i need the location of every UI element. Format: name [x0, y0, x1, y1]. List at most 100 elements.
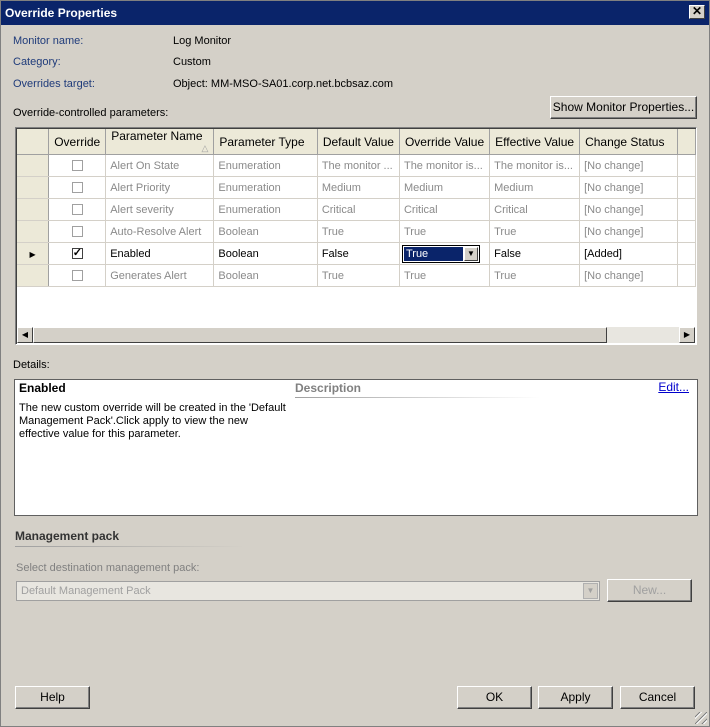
description-rule [295, 397, 540, 398]
scroll-thumb[interactable] [33, 327, 607, 343]
change-status-cell: [No change] [579, 154, 679, 177]
change-status-cell: [No change] [579, 264, 679, 287]
section-divider [15, 546, 245, 547]
details-panel: Enabled Description Edit... The new cust… [14, 379, 698, 516]
details-label: Details: [13, 359, 50, 371]
parameter-name-cell: Generates Alert [105, 264, 215, 287]
ok-button[interactable]: OK [457, 686, 532, 709]
effective-value-cell: Medium [489, 176, 581, 199]
table-row[interactable]: Alert severity Enumeration Critical Crit… [17, 198, 696, 221]
override-value-cell[interactable]: True [399, 220, 491, 243]
override-value-cell[interactable]: True ▼ [399, 242, 491, 265]
effective-value-cell: True [489, 220, 581, 243]
col-header-override[interactable]: Override [48, 129, 107, 155]
override-checkbox[interactable] [71, 160, 83, 172]
table-row[interactable]: Generates Alert Boolean True True True [… [17, 264, 696, 287]
override-value-cell[interactable]: True [399, 264, 491, 287]
window-title: Override Properties [5, 6, 118, 20]
monitor-name-label: Monitor name: [13, 35, 84, 47]
parameter-name-cell: Auto-Resolve Alert [105, 220, 215, 243]
change-status-cell: [Added] [579, 242, 679, 265]
col-header-change-status[interactable]: Change Status [579, 129, 679, 155]
override-value-cell[interactable]: Critical [399, 198, 491, 221]
parameter-type-cell: Boolean [213, 264, 318, 287]
apply-button[interactable]: Apply [538, 686, 613, 709]
description-header: Description [295, 381, 362, 395]
row-header-corner [17, 129, 50, 155]
sort-ascending-icon: △ [201, 143, 209, 153]
parameters-table: Override Parameter Name △ Parameter Type … [17, 129, 696, 287]
col-header-parameter-type[interactable]: Parameter Type [213, 129, 318, 155]
default-value-cell: Medium [317, 176, 400, 199]
override-value-selected: True [403, 246, 463, 261]
parameter-name-cell: Enabled [105, 242, 215, 265]
effective-value-cell: The monitor is... [489, 154, 581, 177]
show-monitor-properties-button[interactable]: Show Monitor Properties... [550, 96, 697, 119]
scroll-right-icon[interactable]: ▶ [679, 327, 695, 343]
override-checkbox[interactable] [71, 270, 83, 282]
details-text: The new custom override will be created … [19, 402, 286, 440]
row-header[interactable]: ▶ [17, 242, 50, 265]
col-header-override-value[interactable]: Override Value [399, 129, 491, 155]
management-pack-title: Management pack [15, 529, 120, 543]
col-header-parameter-name[interactable]: Parameter Name △ [105, 129, 215, 155]
table-row[interactable]: Auto-Resolve Alert Boolean True True Tru… [17, 220, 696, 243]
new-mp-button[interactable]: New... [607, 579, 692, 602]
details-title: Enabled [19, 381, 66, 395]
default-value-cell: Critical [317, 198, 400, 221]
row-header[interactable] [17, 198, 50, 221]
override-value-cell[interactable]: Medium [399, 176, 491, 199]
default-value-cell: False [317, 242, 400, 265]
parameter-name-cell: Alert Priority [105, 176, 215, 199]
change-status-cell: [No change] [579, 176, 679, 199]
row-header[interactable] [17, 154, 50, 177]
management-pack-selected: Default Management Pack [21, 585, 151, 597]
default-value-cell: The monitor ... [317, 154, 400, 177]
override-checkbox[interactable] [71, 246, 83, 260]
title-bar: Override Properties ✕ [1, 1, 709, 25]
override-value-cell[interactable]: The monitor is... [399, 154, 491, 177]
parameters-grid: Override Parameter Name △ Parameter Type … [15, 127, 697, 345]
grid-header-row: Override Parameter Name △ Parameter Type … [17, 129, 696, 155]
resize-grip-icon[interactable] [695, 712, 707, 724]
row-header[interactable] [17, 264, 50, 287]
parameter-type-cell: Enumeration [213, 198, 318, 221]
chevron-down-icon[interactable]: ▼ [583, 583, 598, 599]
overrides-target-label: Overrides target: [13, 78, 95, 90]
default-value-cell: True [317, 220, 400, 243]
override-checkbox[interactable] [71, 204, 83, 216]
col-header-default-value[interactable]: Default Value [317, 129, 400, 155]
overrides-target-value: Object: MM-MSO-SA01.corp.net.bcbsaz.com [173, 78, 394, 90]
col-header-filler [677, 129, 696, 155]
cancel-button[interactable]: Cancel [620, 686, 695, 709]
scroll-left-icon[interactable]: ◀ [17, 327, 33, 343]
override-value-combo[interactable]: True ▼ [401, 244, 480, 263]
default-value-cell: True [317, 264, 400, 287]
horizontal-scrollbar[interactable]: ◀ ▶ [17, 327, 695, 343]
edit-link[interactable]: Edit... [658, 380, 689, 394]
parameter-name-cell: Alert severity [105, 198, 215, 221]
params-label: Override-controlled parameters: [13, 107, 169, 119]
close-icon[interactable]: ✕ [689, 5, 705, 19]
table-row-selected[interactable]: ▶ Enabled Boolean False True ▼ False [Ad… [17, 242, 696, 265]
override-checkbox[interactable] [71, 226, 83, 238]
row-header[interactable] [17, 220, 50, 243]
override-properties-dialog: Override Properties ✕ Monitor name: Log … [0, 0, 710, 727]
help-button[interactable]: Help [15, 686, 90, 709]
current-row-icon: ▶ [29, 249, 36, 259]
parameter-name-cell: Alert On State [105, 154, 215, 177]
parameter-type-cell: Enumeration [213, 176, 318, 199]
table-row[interactable]: Alert On State Enumeration The monitor .… [17, 154, 696, 177]
management-pack-select[interactable]: Default Management Pack ▼ [16, 581, 600, 601]
monitor-name-value: Log Monitor [173, 35, 232, 47]
table-row[interactable]: Alert Priority Enumeration Medium Medium… [17, 176, 696, 199]
row-header[interactable] [17, 176, 50, 199]
category-label: Category: [13, 56, 61, 68]
chevron-down-icon[interactable]: ▼ [463, 246, 478, 261]
effective-value-cell: False [489, 242, 581, 265]
change-status-cell: [No change] [579, 220, 679, 243]
select-mp-label: Select destination management pack: [16, 562, 200, 574]
override-checkbox[interactable] [71, 182, 83, 194]
col-header-effective-value[interactable]: Effective Value [489, 129, 581, 155]
parameter-type-cell: Boolean [213, 220, 318, 243]
